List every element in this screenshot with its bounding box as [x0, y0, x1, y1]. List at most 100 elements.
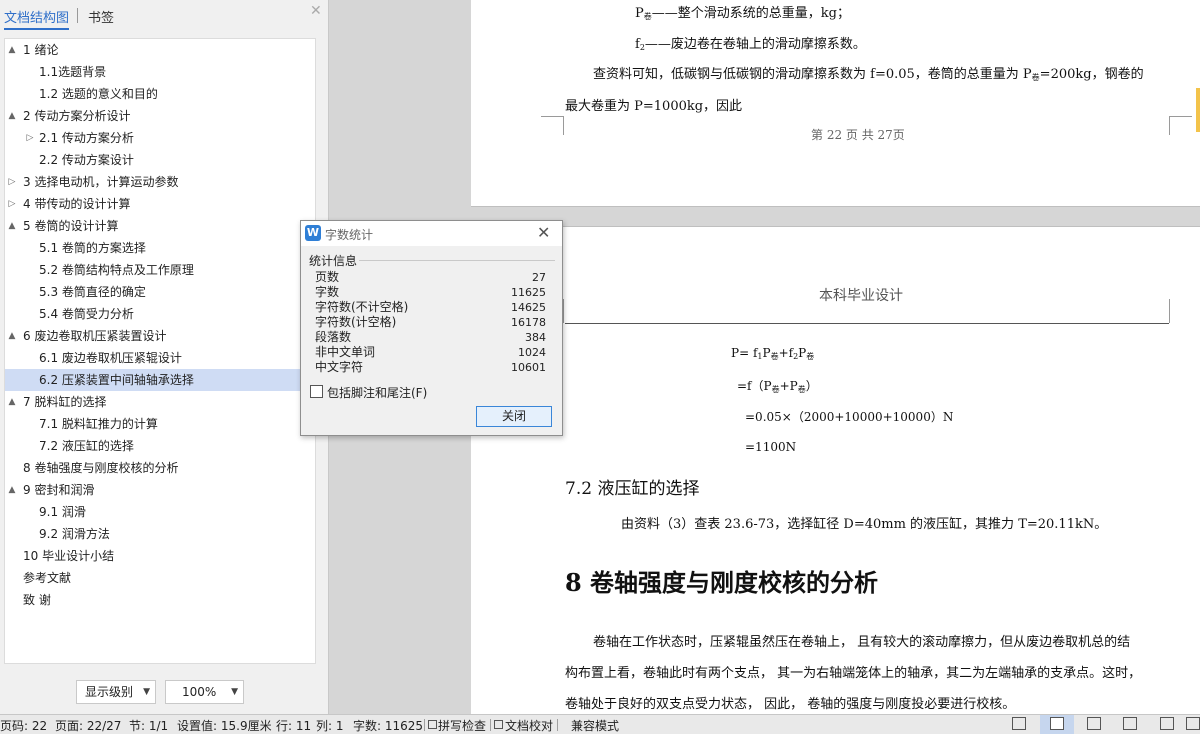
- outline-item[interactable]: 5.4 卷筒受力分析: [5, 303, 315, 325]
- expand-arrow-icon[interactable]: ▷: [25, 127, 35, 149]
- outline-item-label: 6.1 废边卷取机压紧辊设计: [39, 351, 182, 365]
- outline-item[interactable]: ▷ 2.1 传动方案分析: [5, 127, 315, 149]
- status-column[interactable]: 列: 1: [316, 717, 344, 734]
- statistic-value: 384: [525, 331, 546, 344]
- statistic-row: 中文字符 10601: [315, 360, 546, 375]
- checkbox-label: 包括脚注和尾注(F): [327, 386, 428, 400]
- outline-item-label: 9.1 润滑: [39, 505, 86, 519]
- outline-item[interactable]: ▲ 2 传动方案分析设计: [5, 105, 315, 127]
- scroll-position-marker[interactable]: [1196, 88, 1200, 132]
- outline-item-label: 2.1 传动方案分析: [39, 131, 134, 145]
- collapse-arrow-icon[interactable]: ▲: [7, 215, 17, 237]
- collapse-arrow-icon[interactable]: ▲: [7, 39, 17, 61]
- expand-arrow-icon[interactable]: ▷: [7, 193, 17, 215]
- collapse-arrow-icon[interactable]: ▲: [7, 105, 17, 127]
- reading-mode-icon[interactable]: [1160, 717, 1174, 730]
- outline-item[interactable]: ▲ 1 绪论: [5, 39, 315, 61]
- eye-protection-icon[interactable]: [1186, 717, 1200, 730]
- outline-item[interactable]: 7.2 液压缸的选择: [5, 435, 315, 457]
- outline-item[interactable]: ▷ 4 带传动的设计计算: [5, 193, 315, 215]
- statistic-label: 页数: [315, 270, 340, 284]
- status-setting-value[interactable]: 设置值: 15.9厘米: [177, 717, 272, 734]
- outline-item[interactable]: 2.2 传动方案设计: [5, 149, 315, 171]
- statistic-label: 字符数(计空格): [315, 315, 397, 329]
- status-page[interactable]: 页面: 22/27: [55, 717, 121, 734]
- statistics-section-label: 统计信息: [309, 254, 358, 268]
- collapse-arrow-icon[interactable]: ▲: [7, 391, 17, 413]
- outline-item-label: 6.2 压紧装置中间轴轴承选择: [39, 373, 194, 387]
- expand-arrow-icon[interactable]: ▷: [7, 171, 17, 193]
- doc-paragraph-line: 卷轴在工作状态时，压紧辊虽然压在卷轴上， 且有较大的滚动摩擦力，但从废边卷取机总…: [593, 635, 1131, 650]
- outline-item[interactable]: 5.1 卷筒的方案选择: [5, 237, 315, 259]
- statistic-value: 27: [532, 271, 546, 284]
- outline-item-label: 5.1 卷筒的方案选择: [39, 241, 146, 255]
- outline-item[interactable]: 9.1 润滑: [5, 501, 315, 523]
- doc-line: f2——废边卷在卷轴上的滑动摩擦系数。: [635, 37, 866, 52]
- outline-item[interactable]: ▲ 9 密封和润滑: [5, 479, 315, 501]
- chevron-down-icon: ▼: [231, 687, 238, 697]
- outline-item-label: 致 谢: [23, 593, 51, 607]
- fullscreen-view-icon[interactable]: [1012, 717, 1026, 730]
- status-proofread[interactable]: 文档校对: [505, 717, 553, 734]
- statistic-label: 非中文单词: [315, 345, 376, 359]
- status-line[interactable]: 行: 11: [276, 717, 311, 734]
- outline-item[interactable]: 1.2 选题的意义和目的: [5, 83, 315, 105]
- page-corner-mark: [1169, 116, 1192, 135]
- close-icon[interactable]: ✕: [537, 223, 550, 242]
- close-button[interactable]: 关闭: [476, 406, 552, 427]
- outline-item-label: 7.1 脱料缸推力的计算: [39, 417, 158, 431]
- outline-item[interactable]: 7.1 脱料缸推力的计算: [5, 413, 315, 435]
- outline-item-label: 8 卷轴强度与刚度校核的分析: [23, 461, 179, 475]
- outline-item[interactable]: 参考文献: [5, 567, 315, 589]
- collapse-arrow-icon[interactable]: ▲: [7, 325, 17, 347]
- formula-line: =f（P卷+P卷）: [737, 379, 818, 394]
- formula-line: =1100N: [745, 440, 797, 454]
- tab-bookmarks[interactable]: 书签: [88, 7, 114, 26]
- chapter-heading: 8 卷轴强度与刚度校核的分析: [565, 568, 879, 597]
- nav-bottom-controls: 显示级别 ▼ 100% ▼: [0, 672, 328, 714]
- status-word-count[interactable]: 字数: 11625: [353, 717, 423, 734]
- statistic-value: 1024: [518, 346, 546, 359]
- doc-paragraph-line: 最大卷重为 P=1000kg，因此: [565, 99, 743, 114]
- tab-divider: [77, 8, 78, 23]
- collapse-arrow-icon[interactable]: ▲: [7, 479, 17, 501]
- header-rule: [565, 323, 1169, 324]
- chevron-down-icon: ▼: [143, 687, 150, 697]
- outline-item-label: 1 绪论: [23, 43, 59, 57]
- zoom-dropdown[interactable]: 100% ▼: [165, 680, 244, 704]
- dialog-titlebar[interactable]: W 字数统计 ✕: [301, 221, 562, 246]
- checkbox-box[interactable]: [310, 385, 323, 398]
- outline-item[interactable]: 10 毕业设计小结: [5, 545, 315, 567]
- outline-item[interactable]: 9.2 润滑方法: [5, 523, 315, 545]
- web-view-icon[interactable]: [1123, 717, 1137, 730]
- tab-document-outline[interactable]: 文档结构图: [4, 7, 70, 30]
- proofread-icon: [494, 720, 503, 729]
- outline-item[interactable]: 1.1选题背景: [5, 61, 315, 83]
- outline-item[interactable]: ▲ 7 脱料缸的选择: [5, 391, 315, 413]
- outline-item[interactable]: ▲ 6 废边卷取机压紧装置设计: [5, 325, 315, 347]
- outline-item[interactable]: ▲ 5 卷筒的设计计算: [5, 215, 315, 237]
- status-page-code[interactable]: 页码: 22: [0, 717, 47, 734]
- outline-item[interactable]: 8 卷轴强度与刚度校核的分析: [5, 457, 315, 479]
- page-footer: 第 22 页 共 27页: [811, 128, 905, 142]
- outline-item[interactable]: 5.2 卷筒结构特点及工作原理: [5, 259, 315, 281]
- display-level-dropdown[interactable]: 显示级别 ▼: [76, 680, 156, 704]
- statistic-value: 16178: [511, 316, 546, 329]
- page-view-icon[interactable]: [1050, 717, 1064, 730]
- word-count-dialog: W 字数统计 ✕ 统计信息 包括脚注和尾注(F) 关闭 页数 27 字数 11625 字…: [300, 220, 563, 436]
- doc-line: P卷——整个滑动系统的总重量，kg；: [635, 6, 850, 21]
- status-divider: [424, 719, 425, 731]
- close-icon[interactable]: ✕: [310, 3, 322, 19]
- statistic-label: 段落数: [315, 330, 352, 344]
- outline-view-icon[interactable]: [1087, 717, 1101, 730]
- outline-item[interactable]: 6.2 压紧装置中间轴轴承选择: [5, 369, 315, 391]
- doc-paragraph-line: 由资料（3）查表 23.6-73，选择缸径 D=40mm 的液压缸，其推力 T=…: [621, 517, 1108, 532]
- outline-item[interactable]: 致 谢: [5, 589, 315, 611]
- zoom-value: 100%: [182, 685, 217, 699]
- outline-item[interactable]: 6.1 废边卷取机压紧辊设计: [5, 347, 315, 369]
- status-section[interactable]: 节: 1/1: [129, 717, 168, 734]
- document-outline-tree[interactable]: ▲ 1 绪论 1.1选题背景 1.2 选题的意义和目的 ▲ 2 传动方案分析设计 ▷ 2.1 …: [4, 38, 316, 664]
- outline-item[interactable]: ▷ 3 选择电动机，计算运动参数: [5, 171, 315, 193]
- status-spellcheck[interactable]: 拼写检查: [438, 717, 486, 734]
- outline-item[interactable]: 5.3 卷筒直径的确定: [5, 281, 315, 303]
